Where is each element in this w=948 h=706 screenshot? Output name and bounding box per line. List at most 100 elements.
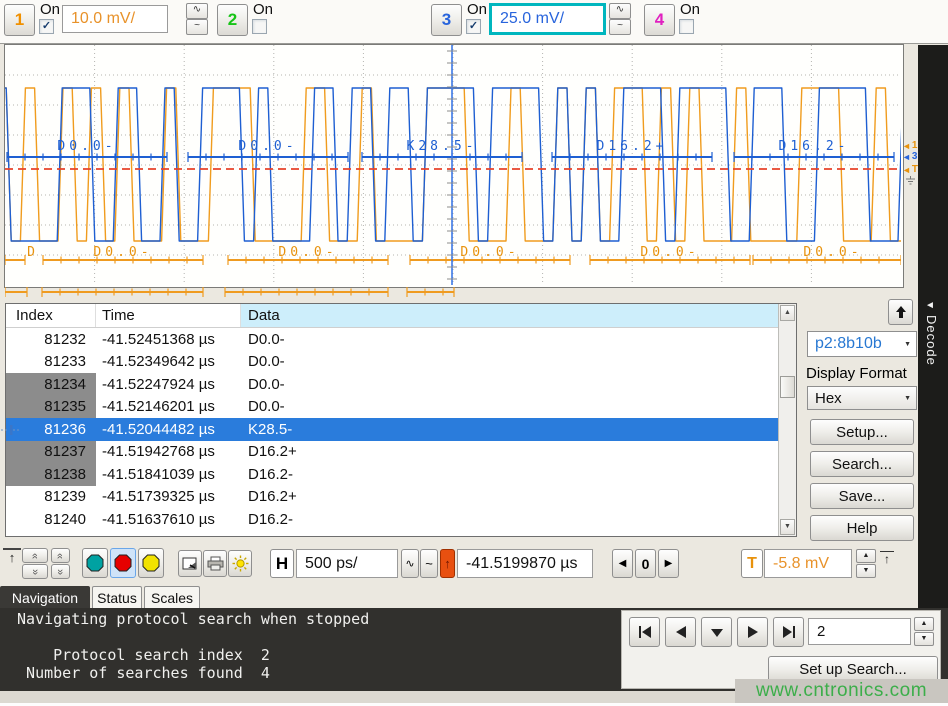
zero-position-button[interactable]: 0 [635, 549, 656, 578]
table-row[interactable]: 81238-41.51841039 µsD16.2- [6, 463, 778, 486]
channel-4-on-checkbox[interactable] [679, 19, 694, 34]
cell-data: D16.2+ [241, 486, 778, 509]
scroll-page-down-button[interactable]: » [22, 564, 48, 579]
table-row[interactable]: 81233-41.52349642 µsD0.0- [6, 351, 778, 374]
cell-time: -41.51739325 µs [96, 486, 241, 509]
nav-first-button[interactable] [629, 617, 660, 647]
search-button[interactable]: Search... [810, 451, 914, 477]
column-header-data[interactable]: Data [241, 304, 778, 327]
trigger-level-down-button[interactable]: ▼ [856, 564, 876, 578]
cell-index: 81234 [6, 373, 96, 396]
run-button[interactable] [82, 548, 108, 578]
decode-source-select[interactable]: p2:8b10b ▼ [807, 331, 917, 357]
search-index-down-button[interactable]: ▼ [914, 632, 934, 646]
up-arrow-icon [893, 304, 909, 320]
trigger-level-field[interactable]: -5.8 mV [764, 549, 852, 578]
trigger-position-button[interactable]: ↑ [440, 549, 455, 578]
channel-1-coupling-ac-button[interactable]: ∿ [186, 3, 208, 19]
save-button[interactable]: Save... [810, 483, 914, 509]
tab-navigation[interactable]: Navigation [0, 586, 90, 608]
zoom-waveform-button[interactable]: ∿ [401, 549, 419, 578]
help-button[interactable]: Help [810, 515, 914, 541]
nav-previous-button[interactable] [665, 617, 696, 647]
scroll-down-icon[interactable]: ▼ [780, 519, 795, 535]
waveform-display[interactable] [4, 44, 904, 288]
ground-icon [905, 176, 916, 185]
print-button[interactable] [203, 550, 227, 577]
expand-panel-button[interactable]: ↑ [3, 548, 21, 578]
wave-view-button[interactable]: ~ [420, 549, 438, 578]
navigation-message: Navigating protocol search when stopped … [8, 610, 369, 682]
pan-left-button[interactable]: ◀ [612, 549, 633, 578]
stop-button[interactable] [110, 548, 136, 578]
channel-3-number: 3 [442, 10, 451, 30]
horizontal-setup-button[interactable]: H [270, 549, 294, 578]
channel-3-on-label: On [467, 1, 487, 18]
display-format-select[interactable]: Hex ▼ [807, 386, 917, 410]
cell-index: 81235 [6, 396, 96, 419]
channel-1-scale-field[interactable]: 10.0 mV/ [62, 5, 168, 33]
channel-1-on-checkbox[interactable] [39, 19, 54, 34]
setup-button[interactable]: Setup... [810, 419, 914, 445]
sine-icon: ~ [425, 556, 433, 571]
scroll-page-up-button[interactable]: » [22, 548, 48, 563]
display-format-label: Display Format [806, 365, 907, 382]
tab-status[interactable]: Status [92, 586, 142, 608]
tab-scales[interactable]: Scales [144, 586, 200, 608]
column-header-index[interactable]: Index [6, 304, 96, 327]
channel-2-on-checkbox[interactable] [252, 19, 267, 34]
nav-last-button[interactable] [773, 617, 804, 647]
table-scrollbar[interactable]: ▲ ▼ [778, 304, 796, 536]
cell-data: K28.5- [241, 418, 778, 441]
channel-1-button[interactable]: 1 [4, 4, 35, 36]
export-screen-button[interactable] [178, 550, 202, 577]
timebase-field[interactable]: 500 ps/ [296, 549, 398, 578]
down-triangle-icon [708, 623, 726, 641]
trigger-slope-icon: ↑ [880, 551, 894, 578]
nav-next-button[interactable] [737, 617, 768, 647]
scroll-line-down-button[interactable]: » [51, 564, 70, 579]
table-row[interactable]: 81235-41.52146201 µsD0.0- [6, 396, 778, 419]
scroll-up-icon[interactable]: ▲ [780, 305, 795, 321]
watermark: www.cntronics.com [735, 679, 948, 703]
run-octagon-icon [86, 554, 104, 572]
table-row[interactable]: 81234-41.52247924 µsD0.0- [6, 373, 778, 396]
channel-1-coupling-dc-button[interactable]: ~ [186, 19, 208, 35]
channel-3-on-checkbox[interactable] [466, 19, 481, 34]
scrollbar-thumb[interactable] [780, 376, 795, 398]
channel-3-coupling-dc-button[interactable]: ~ [609, 19, 631, 35]
nav-current-button[interactable] [701, 617, 732, 647]
trigger-setup-button[interactable]: T [741, 549, 763, 578]
up-arrow-icon: ↑ [9, 550, 16, 565]
tab-decode[interactable]: ◄ Decode [924, 300, 939, 371]
channel-2-button[interactable]: 2 [217, 4, 248, 36]
side-strip: ◄ Decode [918, 45, 948, 608]
channel-toolbar: 1 On 10.0 mV/ ∿ ~ 2 On 3 On 25.0 mV/ ∿ ~… [0, 0, 948, 44]
horizontal-position-field[interactable]: -41.5199870 µs [457, 549, 593, 578]
search-index-up-button[interactable]: ▲ [914, 617, 934, 631]
ac-waveform-icon: ∿ [193, 4, 201, 15]
sine-small-icon: ∿ [405, 557, 414, 570]
channel-3-level-marker[interactable]: 3 [912, 152, 918, 162]
display-brightness-button[interactable] [228, 550, 252, 577]
pan-right-button[interactable]: ▶ [658, 549, 679, 578]
channel-3-button[interactable]: 3 [431, 4, 462, 36]
run-control-toolbar: ↑ » » » » H 500 ps/ ∿ ~ ↑ -41.5199870 µs… [0, 545, 918, 585]
channel-1-level-marker[interactable]: 1 [912, 141, 918, 151]
channel-3-scale-field[interactable]: 25.0 mV/ [489, 3, 606, 35]
table-row[interactable]: 81232-41.52451368 µsD0.0- [6, 328, 778, 351]
panel-collapse-up-button[interactable] [888, 299, 913, 325]
channel-4-button[interactable]: 4 [644, 4, 675, 36]
channel-1-number: 1 [15, 10, 24, 30]
single-button[interactable] [138, 548, 164, 578]
table-row[interactable]: 81239-41.51739325 µsD16.2+ [6, 486, 778, 509]
cell-time: -41.52349642 µs [96, 351, 241, 374]
channel-3-coupling-ac-button[interactable]: ∿ [609, 3, 631, 19]
scroll-line-up-button[interactable]: » [51, 548, 70, 563]
trigger-level-up-button[interactable]: ▲ [856, 549, 876, 563]
table-row[interactable]: 81237-41.51942768 µsD16.2+ [6, 441, 778, 464]
column-header-time[interactable]: Time [96, 304, 241, 327]
table-row[interactable]: 81240-41.51637610 µsD16.2- [6, 508, 778, 531]
table-row[interactable]: 81236-41.52044482 µsK28.5- [6, 418, 778, 441]
search-index-field[interactable]: 2 [808, 618, 911, 645]
